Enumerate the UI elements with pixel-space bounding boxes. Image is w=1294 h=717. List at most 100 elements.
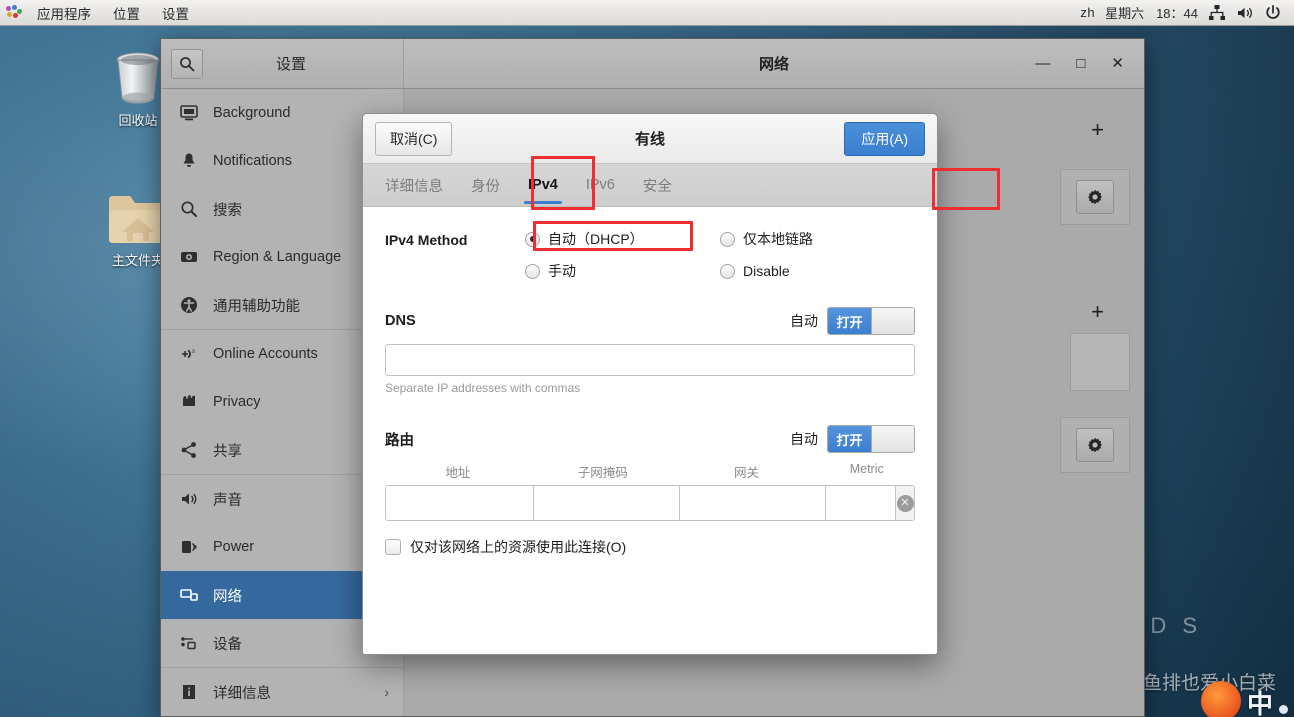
keyboard-layout-indicator[interactable]: zh xyxy=(1080,5,1095,20)
add-connection-button-2[interactable]: + xyxy=(1091,301,1104,323)
sidebar-headerbar: 设置 xyxy=(161,39,404,88)
sidebar-item-label: Background xyxy=(213,105,291,121)
close-button[interactable]: ✕ xyxy=(1111,56,1124,71)
gnome-logo-icon xyxy=(6,4,22,21)
radio-disable-indicator xyxy=(720,263,735,279)
wired-connection-dialog: 取消(C) 有线 应用(A) 详细信息 身份 IPv4 IPv6 安全 IPv4… xyxy=(362,113,938,655)
info-icon xyxy=(179,682,199,702)
panel-menus: 应用程序 位置 设置 xyxy=(0,0,200,26)
network-icon[interactable] xyxy=(1208,4,1226,22)
window-controls: — □ ✕ xyxy=(1035,56,1144,71)
sidebar-item-label: 设备 xyxy=(213,636,242,653)
ipv4-method-label: IPv4 Method xyxy=(385,232,468,248)
add-connection-button-1[interactable]: + xyxy=(1091,119,1104,141)
minimize-button[interactable]: — xyxy=(1035,56,1050,71)
wallpaper-icon xyxy=(179,103,199,123)
connection-settings-gear-button-2[interactable] xyxy=(1076,428,1114,462)
sidebar-item-label: 详细信息 xyxy=(213,685,271,702)
sidebar-item-label: 声音 xyxy=(213,492,242,509)
routes-switch-state-label: 打开 xyxy=(828,426,871,452)
dns-hint: Separate IP addresses with commas xyxy=(385,381,581,395)
ime-indicator[interactable]: 中 xyxy=(1200,681,1288,717)
radio-option-disable[interactable]: Disable xyxy=(720,261,915,281)
tab-ipv4[interactable]: IPv4 xyxy=(514,164,572,206)
ipv4-method-options: 自动（DHCP） 仅本地链路 手动 Disable xyxy=(525,229,915,281)
tab-details[interactable]: 详细信息 xyxy=(371,164,457,206)
panel-status-area: zh 星期六 18：44 xyxy=(1080,3,1294,22)
dns-section-header: DNS 自动 打开 xyxy=(385,307,915,335)
restrict-connection-label: 仅对该网络上的资源使用此连接(O) xyxy=(410,539,627,555)
clear-row-button[interactable]: ✕ xyxy=(896,486,914,520)
dialog-tabbar: 详细信息 身份 IPv4 IPv6 安全 xyxy=(363,164,937,207)
svg-text:s: s xyxy=(192,349,195,355)
dns-switch-state-label: 打开 xyxy=(828,308,871,334)
tab-security[interactable]: 安全 xyxy=(629,164,686,206)
column-header-gateway: 网关 xyxy=(734,466,760,480)
cancel-button[interactable]: 取消(C) xyxy=(375,121,453,156)
clear-row-icon: ✕ xyxy=(896,494,914,512)
menu-places[interactable]: 位置 xyxy=(102,0,151,26)
sogou-fox-icon xyxy=(1200,681,1241,717)
radio-option-dhcp[interactable]: 自动（DHCP） xyxy=(525,229,720,249)
routes-auto-switch[interactable]: 打开 xyxy=(827,425,915,453)
dns-section: DNS 自动 打开 Separate IP addresses with com… xyxy=(385,307,915,395)
search-button[interactable] xyxy=(171,48,203,79)
sidebar-item-label: Privacy xyxy=(213,394,261,410)
radio-link-local-indicator xyxy=(720,231,735,247)
restrict-connection-checkbox[interactable] xyxy=(385,539,401,555)
online-accounts-icon: s xyxy=(179,344,199,364)
accessibility-icon xyxy=(179,295,199,315)
maximize-button[interactable]: □ xyxy=(1076,56,1085,71)
route-netmask-input[interactable] xyxy=(534,486,680,520)
dns-auto-switch[interactable]: 打开 xyxy=(827,307,915,335)
connection-row-2 xyxy=(1070,333,1130,391)
routes-title: 路由 xyxy=(385,432,414,449)
sharing-icon xyxy=(179,440,199,460)
route-gateway-input[interactable] xyxy=(680,486,826,520)
menu-applications[interactable]: 应用程序 xyxy=(26,0,102,26)
radio-label: Disable xyxy=(743,263,790,279)
routes-section: 路由 自动 打开 地址 子网掩码 网关 Metric ✕ 仅对该网络上的资源使用… xyxy=(385,425,915,557)
dns-input[interactable] xyxy=(385,344,915,376)
radio-manual-indicator xyxy=(525,263,540,279)
region-icon xyxy=(179,247,199,267)
search-icon xyxy=(179,199,199,219)
settings-title: 设置 xyxy=(275,56,306,73)
column-header-metric: Metric xyxy=(849,462,884,476)
settings-headerbar: 设置 网络 — □ ✕ xyxy=(161,39,1144,89)
dialog-headerbar: 取消(C) 有线 应用(A) xyxy=(363,114,937,164)
radio-label: 仅本地链路 xyxy=(743,231,813,247)
routes-section-header: 路由 自动 打开 xyxy=(385,425,915,453)
power-icon[interactable] xyxy=(1264,4,1282,22)
ime-mode-label: 中 xyxy=(1246,689,1273,717)
dns-switch-knob xyxy=(871,308,914,334)
volume-icon[interactable] xyxy=(1236,4,1254,22)
radio-option-link-local[interactable]: 仅本地链路 xyxy=(720,229,915,249)
sidebar-item-label: Notifications xyxy=(213,153,292,169)
restrict-connection-checkbox-row[interactable]: 仅对该网络上的资源使用此连接(O) xyxy=(385,537,915,557)
sidebar-item-label: 共享 xyxy=(213,443,242,460)
panel-headerbar: 网络 — □ ✕ xyxy=(404,39,1144,88)
apply-button[interactable]: 应用(A) xyxy=(844,121,925,156)
power-battery-icon xyxy=(179,537,199,557)
panel-clock[interactable]: 18：44 xyxy=(1156,3,1198,22)
tab-ipv6[interactable]: IPv6 xyxy=(572,164,629,206)
routes-column-headers: 地址 子网掩码 网关 Metric xyxy=(385,462,915,485)
ipv4-method-row: IPv4 Method 自动（DHCP） 仅本地链路 手动 Disable xyxy=(385,229,915,281)
network-icon xyxy=(179,585,199,605)
route-metric-input[interactable] xyxy=(826,486,896,520)
menu-system[interactable]: 设置 xyxy=(151,0,200,26)
privacy-icon xyxy=(179,392,199,412)
sidebar-item-label: 搜索 xyxy=(213,202,242,219)
table-row: ✕ xyxy=(385,485,915,521)
sidebar-item-label: Region & Language xyxy=(213,249,342,265)
bell-icon xyxy=(179,151,199,171)
tab-identity[interactable]: 身份 xyxy=(457,164,514,206)
radio-label: 手动 xyxy=(548,263,576,279)
sidebar-item-details[interactable]: 详细信息 › xyxy=(161,668,403,716)
connection-settings-gear-button-1[interactable] xyxy=(1076,180,1114,214)
column-header-netmask: 子网掩码 xyxy=(577,466,628,480)
route-address-input[interactable] xyxy=(386,486,534,520)
radio-option-manual[interactable]: 手动 xyxy=(525,261,720,281)
sidebar-item-label: Power xyxy=(213,539,255,555)
